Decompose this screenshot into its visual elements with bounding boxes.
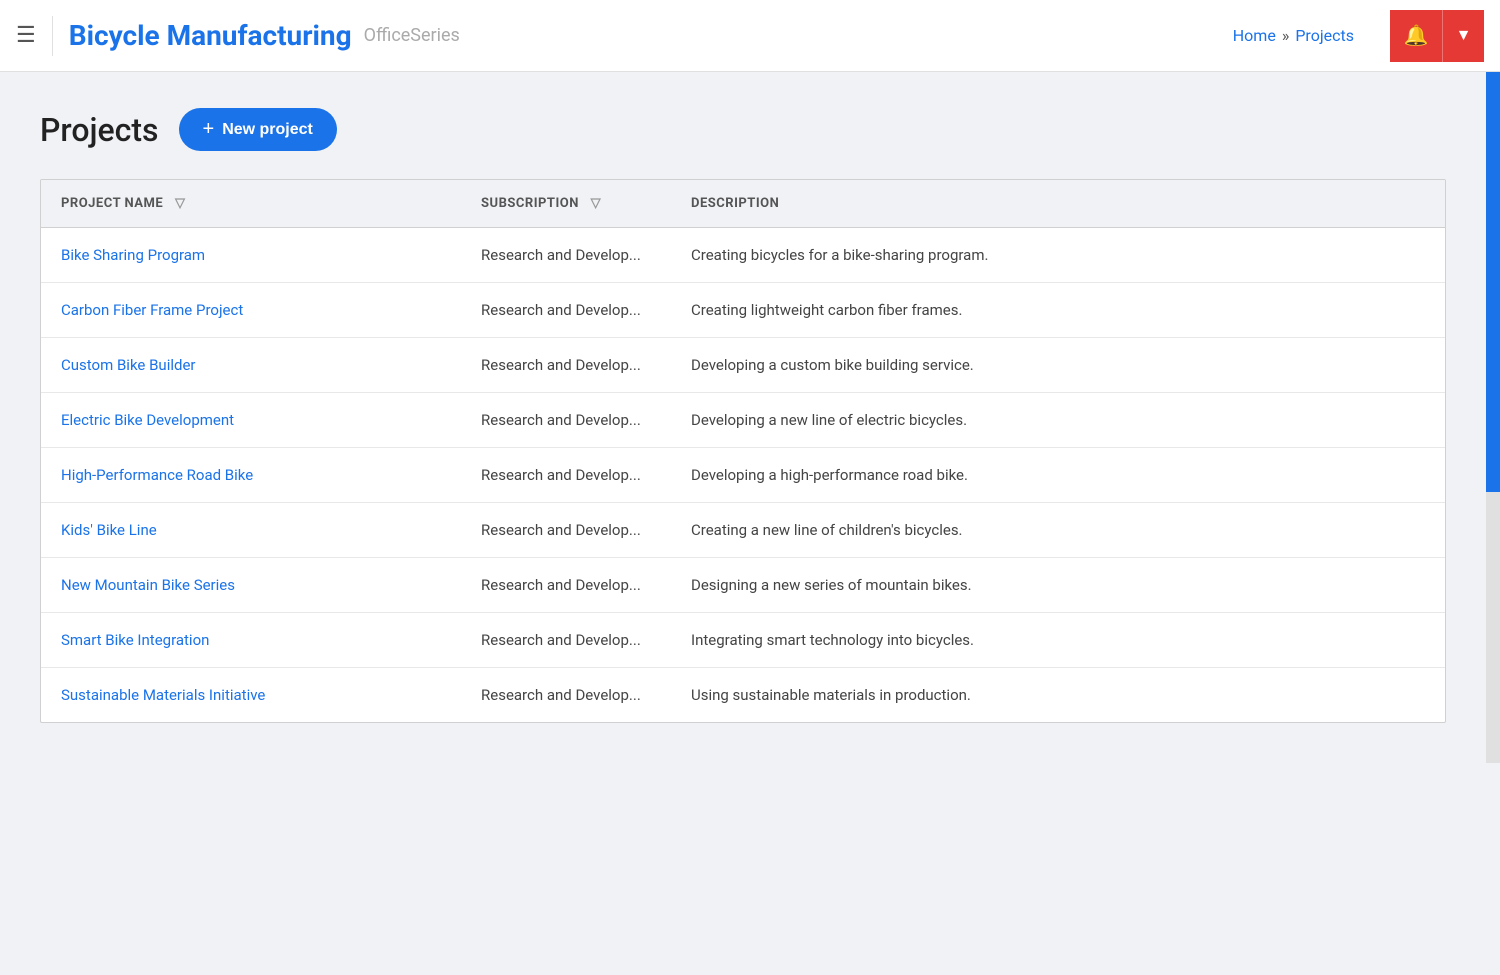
project-name-cell: Carbon Fiber Frame Project xyxy=(41,283,461,338)
header-actions: 🔔 ▼ xyxy=(1390,10,1484,62)
filter-icon-project-name[interactable]: ▽ xyxy=(175,196,186,211)
subscription-cell: Research and Develop... xyxy=(461,613,671,668)
description-cell: Developing a new line of electric bicycl… xyxy=(671,393,1445,448)
projects-table: PROJECT NAME ▽ SUBSCRIPTION ▽ DESCRIPTIO… xyxy=(41,180,1445,722)
user-dropdown-button[interactable]: ▼ xyxy=(1442,10,1484,62)
app-title: Bicycle Manufacturing xyxy=(69,19,352,52)
breadcrumb: Home » Projects xyxy=(1233,26,1354,45)
new-project-label: New project xyxy=(222,121,313,139)
table-row: High-Performance Road Bike Research and D… xyxy=(41,448,1445,503)
project-name-link[interactable]: Sustainable Materials Initiative xyxy=(61,686,265,704)
project-name-link[interactable]: Bike Sharing Program xyxy=(61,246,205,264)
subscription-cell: Research and Develop... xyxy=(461,338,671,393)
table-row: Kids' Bike Line Research and Develop...Cr… xyxy=(41,503,1445,558)
plus-icon: + xyxy=(203,118,215,141)
column-header-project-name: PROJECT NAME ▽ xyxy=(41,180,461,228)
chevron-down-icon: ▼ xyxy=(1456,27,1472,45)
subscription-cell: Research and Develop... xyxy=(461,228,671,283)
column-header-subscription: SUBSCRIPTION ▽ xyxy=(461,180,671,228)
project-name-link[interactable]: Kids' Bike Line xyxy=(61,521,157,539)
new-project-button[interactable]: + New project xyxy=(179,108,337,151)
table-row: Custom Bike Builder Research and Develop.… xyxy=(41,338,1445,393)
project-name-cell: High-Performance Road Bike xyxy=(41,448,461,503)
table-row: Sustainable Materials Initiative Research… xyxy=(41,668,1445,723)
main-content: Projects + New project PROJECT NAME ▽ SU… xyxy=(0,72,1500,763)
table-row: Carbon Fiber Frame Project Research and D… xyxy=(41,283,1445,338)
page-title-row: Projects + New project xyxy=(40,108,1460,151)
description-cell: Creating a new line of children's bicycl… xyxy=(671,503,1445,558)
project-name-cell: Kids' Bike Line xyxy=(41,503,461,558)
project-name-link[interactable]: High-Performance Road Bike xyxy=(61,466,253,484)
subscription-cell: Research and Develop... xyxy=(461,503,671,558)
menu-icon[interactable]: ☰ xyxy=(16,25,36,47)
project-name-cell: Smart Bike Integration xyxy=(41,613,461,668)
projects-table-container: PROJECT NAME ▽ SUBSCRIPTION ▽ DESCRIPTIO… xyxy=(40,179,1446,723)
description-cell: Developing a custom bike building servic… xyxy=(671,338,1445,393)
table-row: Bike Sharing Program Research and Develop… xyxy=(41,228,1445,283)
table-row: Smart Bike Integration Research and Devel… xyxy=(41,613,1445,668)
subscription-cell: Research and Develop... xyxy=(461,668,671,723)
project-name-cell: Bike Sharing Program xyxy=(41,228,461,283)
project-name-cell: Electric Bike Development xyxy=(41,393,461,448)
project-name-link[interactable]: Custom Bike Builder xyxy=(61,356,196,374)
project-name-cell: New Mountain Bike Series xyxy=(41,558,461,613)
page-title: Projects xyxy=(40,111,159,149)
table-row: New Mountain Bike Series Research and Dev… xyxy=(41,558,1445,613)
scrollbar-track[interactable] xyxy=(1486,72,1500,763)
project-name-cell: Sustainable Materials Initiative xyxy=(41,668,461,723)
subscription-cell: Research and Develop... xyxy=(461,283,671,338)
description-cell: Integrating smart technology into bicycl… xyxy=(671,613,1445,668)
column-header-description: DESCRIPTION xyxy=(671,180,1445,228)
description-cell: Developing a high-performance road bike. xyxy=(671,448,1445,503)
project-name-cell: Custom Bike Builder xyxy=(41,338,461,393)
bell-icon: 🔔 xyxy=(1404,23,1429,48)
notification-bell-button[interactable]: 🔔 xyxy=(1390,10,1442,62)
subscription-cell: Research and Develop... xyxy=(461,558,671,613)
app-header: ☰ Bicycle Manufacturing OfficeSeries Hom… xyxy=(0,0,1500,72)
header-divider xyxy=(52,16,53,56)
subscription-cell: Research and Develop... xyxy=(461,393,671,448)
app-subtitle: OfficeSeries xyxy=(364,25,460,46)
filter-icon-subscription[interactable]: ▽ xyxy=(591,196,602,211)
project-name-link[interactable]: Smart Bike Integration xyxy=(61,631,209,649)
breadcrumb-home[interactable]: Home xyxy=(1233,26,1276,45)
breadcrumb-separator: » xyxy=(1282,26,1290,45)
project-name-link[interactable]: Electric Bike Development xyxy=(61,411,234,429)
breadcrumb-current: Projects xyxy=(1295,26,1354,45)
description-cell: Designing a new series of mountain bikes… xyxy=(671,558,1445,613)
table-header-row: PROJECT NAME ▽ SUBSCRIPTION ▽ DESCRIPTIO… xyxy=(41,180,1445,228)
description-cell: Creating lightweight carbon fiber frames… xyxy=(671,283,1445,338)
description-cell: Creating bicycles for a bike-sharing pro… xyxy=(671,228,1445,283)
subscription-cell: Research and Develop... xyxy=(461,448,671,503)
table-row: Electric Bike Development Research and De… xyxy=(41,393,1445,448)
scrollbar-thumb[interactable] xyxy=(1486,72,1500,492)
description-cell: Using sustainable materials in productio… xyxy=(671,668,1445,723)
project-name-link[interactable]: Carbon Fiber Frame Project xyxy=(61,301,243,319)
project-name-link[interactable]: New Mountain Bike Series xyxy=(61,576,235,594)
